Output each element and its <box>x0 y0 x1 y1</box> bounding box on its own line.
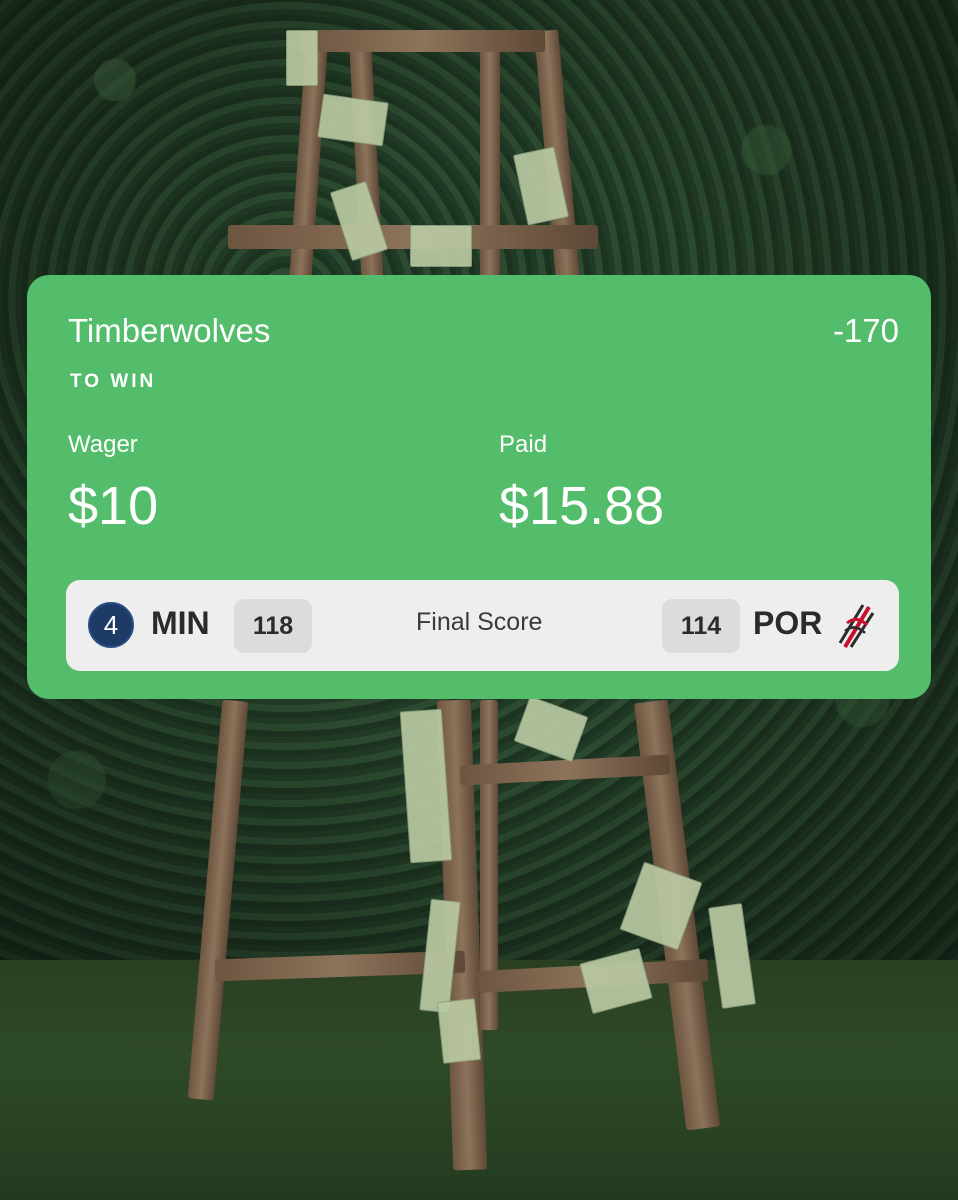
dollar-bill <box>436 998 482 1064</box>
home-score: 118 <box>234 599 312 653</box>
bet-card[interactable]: Timberwolves -170 TO WIN Wager $10 Paid … <box>27 275 931 699</box>
dollar-bill <box>317 93 389 147</box>
home-team-abbr: MIN <box>151 605 210 641</box>
ladder-top <box>300 30 545 52</box>
wager-amount: $10 <box>68 476 159 536</box>
timberwolves-logo-icon: 4 <box>88 602 134 648</box>
dollar-bill <box>286 30 318 86</box>
team-name: Timberwolves <box>68 312 271 349</box>
market-type: TO WIN <box>70 371 157 392</box>
away-score: 114 <box>662 599 740 653</box>
paid-label: Paid <box>499 431 548 458</box>
dollar-bill <box>410 225 472 267</box>
final-score-bar[interactable]: 4 MIN 118 Final Score 114 POR <box>66 580 899 671</box>
away-team-abbr: POR <box>753 605 823 641</box>
odds: -170 <box>832 312 899 349</box>
game-status: Final Score <box>416 608 543 636</box>
trail-blazers-logo-icon <box>838 604 875 649</box>
wager-label: Wager <box>68 431 138 458</box>
paid-amount: $15.88 <box>499 476 665 536</box>
